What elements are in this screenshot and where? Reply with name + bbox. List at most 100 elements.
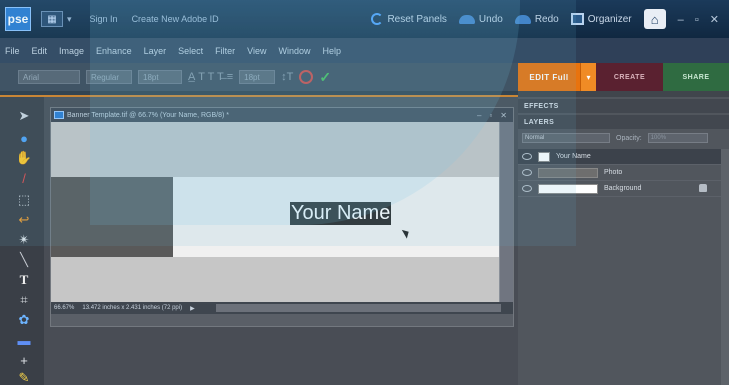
home-button[interactable]: ⌂ [643, 9, 666, 29]
chevron-down-icon[interactable]: ▾ [67, 14, 72, 25]
close-icon[interactable]: ✕ [500, 111, 507, 120]
menu-window[interactable]: Window [278, 46, 310, 56]
workspace-mode-icon[interactable]: ▦ [41, 11, 63, 27]
maximize-icon[interactable]: ▫ [489, 111, 492, 120]
menu-edit[interactable]: Edit [32, 46, 48, 56]
blend-mode-select[interactable]: Normal [522, 133, 610, 143]
mode-tabs: EDIT Full ▾ CREATE SHARE [518, 63, 729, 91]
status-menu-icon[interactable]: ▶ [190, 305, 195, 312]
tool-options-bar: Arial Regular 18pt A̲ T T T̶ ≡ 18pt ↕T ✓ [0, 63, 518, 91]
hand-tool-icon[interactable]: ✋ [14, 149, 34, 167]
lock-icon [699, 184, 707, 192]
cancel-icon[interactable] [299, 70, 314, 84]
create-tab[interactable]: CREATE [596, 63, 663, 91]
background-layer-thumbnail [538, 183, 598, 194]
visibility-eye-icon[interactable] [522, 185, 532, 192]
edit-mode-chevron-icon[interactable]: ▾ [580, 63, 596, 91]
reset-panels-button[interactable]: Reset Panels [371, 13, 447, 25]
layer-row[interactable]: Background [518, 181, 729, 197]
menu-bar: File Edit Image Enhance Layer Select Fil… [0, 38, 729, 63]
layers-controls: Normal Opacity: 100% [518, 131, 729, 145]
opacity-input[interactable]: 100% [647, 133, 708, 143]
window-controls[interactable]: – ▫ ✕ [678, 13, 723, 26]
font-style-select[interactable]: Regular [86, 70, 132, 84]
visibility-eye-icon[interactable] [522, 153, 532, 160]
edit-full-tab[interactable]: EDIT Full [518, 63, 580, 91]
cookie-cutter-tool-icon[interactable]: ✿ [14, 311, 34, 329]
lasso-tool-icon[interactable]: ↩ [14, 211, 34, 229]
layer-name: Photo [604, 169, 623, 176]
eyedropper-tool-icon[interactable]: / [14, 169, 34, 187]
panel-top-strip [518, 91, 729, 97]
layer-row[interactable]: Photo [518, 165, 729, 181]
redo-button[interactable]: Redo [514, 13, 559, 25]
text-formatting-icons[interactable]: A̲ T T T̶ ≡ [188, 71, 233, 83]
title-bar: pse ▦ ▾ Sign In Create New Adobe ID Rese… [0, 0, 729, 38]
straighten-tool-icon[interactable]: ▬ [14, 331, 34, 349]
visibility-eye-icon[interactable] [522, 169, 532, 176]
move-tool-icon[interactable]: ➤ [14, 107, 34, 125]
menu-help[interactable]: Help [322, 46, 341, 56]
commit-check-icon[interactable]: ✓ [319, 69, 331, 86]
layers-scrollbar[interactable] [721, 149, 729, 385]
opacity-label: Opacity: [616, 134, 642, 142]
red-eye-tool-icon[interactable]: + [14, 351, 34, 369]
leading-select[interactable]: 18pt [239, 70, 276, 84]
document-dimensions: 13.472 inches x 2.431 inches (72 ppi) [82, 305, 183, 311]
layer-name: Background [604, 185, 642, 192]
document-window: Banner Template.tif @ 66.7% (Your Name, … [50, 107, 514, 327]
selected-text-layer[interactable]: Your Name [290, 202, 392, 225]
reset-icon [371, 13, 384, 25]
menu-select[interactable]: Select [178, 46, 203, 56]
marquee-tool-icon[interactable]: ⬚ [14, 191, 34, 209]
layers-panel-header[interactable]: LAYERS [518, 115, 729, 129]
text-layer-thumbnail [538, 151, 550, 162]
horizontal-scrollbar[interactable] [216, 304, 501, 312]
redo-icon [514, 14, 531, 24]
organizer-icon [570, 13, 584, 25]
menu-filter[interactable]: Filter [215, 46, 235, 56]
image-canvas[interactable]: Your Name [51, 122, 501, 302]
menu-view[interactable]: View [247, 46, 266, 56]
menu-image[interactable]: Image [59, 46, 84, 56]
share-tab[interactable]: SHARE [663, 63, 729, 91]
organizer-button[interactable]: Organizer [570, 13, 632, 25]
photo-layer-thumbnail [538, 167, 598, 178]
document-area: Banner Template.tif @ 66.7% (Your Name, … [44, 97, 518, 385]
sign-in-link[interactable]: Sign In [90, 14, 118, 24]
document-title-bar[interactable]: Banner Template.tif @ 66.7% (Your Name, … [51, 108, 513, 122]
undo-button[interactable]: Undo [458, 13, 503, 25]
photo-placeholder [51, 177, 173, 257]
menu-layer[interactable]: Layer [144, 46, 167, 56]
reset-panels-label: Reset Panels [387, 13, 447, 25]
layer-name: Your Name [556, 153, 591, 160]
undo-icon [458, 14, 475, 24]
document-title: Banner Template.tif @ 66.7% (Your Name, … [67, 111, 229, 119]
healing-brush-tool-icon[interactable]: ✎ [14, 369, 34, 385]
panel-bin: EFFECTS LAYERS Normal Opacity: 100% Your… [518, 91, 729, 385]
zoom-level: 66.67% [54, 305, 75, 311]
undo-label: Undo [478, 13, 503, 25]
organizer-label: Organizer [587, 13, 632, 25]
magic-wand-tool-icon[interactable]: ✴ [14, 231, 34, 249]
font-family-select[interactable]: Arial [18, 70, 80, 84]
menu-enhance[interactable]: Enhance [96, 46, 132, 56]
selection-brush-tool-icon[interactable]: ╲ [14, 251, 34, 269]
create-id-link[interactable]: Create New Adobe ID [132, 14, 219, 24]
document-icon [54, 111, 64, 119]
redo-label: Redo [534, 13, 559, 25]
crop-tool-icon[interactable]: ⌗ [14, 291, 34, 309]
home-icon: ⌂ [650, 11, 659, 27]
font-size-select[interactable]: 18pt [138, 70, 182, 84]
layer-row[interactable]: Your Name [518, 149, 729, 165]
app-logo: pse [5, 7, 31, 31]
tools-panel: ➤ ● ✋ / ⬚ ↩ ✴ ╲ T ⌗ ✿ ▬ + ✎ [0, 97, 44, 385]
text-orientation-icon[interactable]: ↕T [281, 71, 293, 83]
minimize-icon[interactable]: – [477, 111, 481, 120]
type-tool-icon[interactable]: T [14, 271, 34, 289]
zoom-tool-icon[interactable]: ● [14, 129, 34, 147]
vertical-scrollbar[interactable] [499, 122, 513, 302]
menu-file[interactable]: File [5, 46, 20, 56]
document-window-controls: – ▫ ✕ [477, 108, 507, 122]
effects-panel-header[interactable]: EFFECTS [518, 99, 729, 113]
